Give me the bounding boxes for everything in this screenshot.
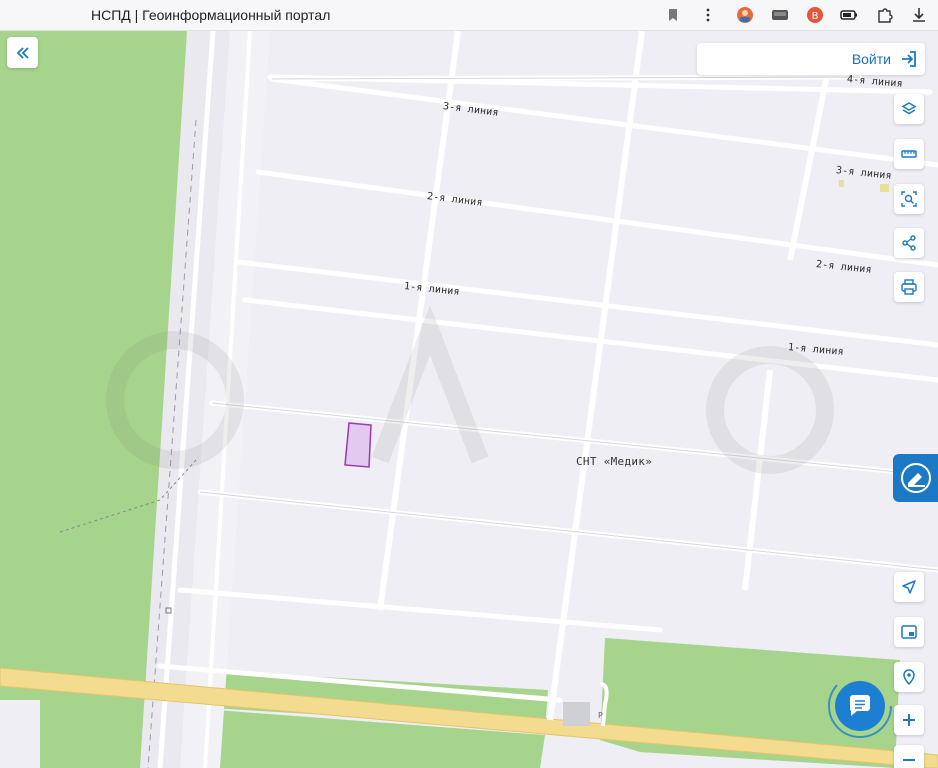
layers-button[interactable] [894,94,924,124]
land-parcel[interactable] [344,422,372,468]
zoom-in-button[interactable] [894,705,924,735]
minimap-button[interactable] [894,617,924,647]
share-icon [902,235,916,251]
puzzle-icon[interactable] [876,6,894,24]
chat-ring-icon [828,674,892,738]
share-button[interactable] [894,228,924,258]
tab-title: НСПД | Геоинформационный портал [91,7,331,23]
chat-button[interactable] [827,673,893,739]
geolocation-icon [903,669,915,686]
login-icon [902,51,916,67]
layers-icon [901,102,917,115]
map-base: P [0,31,938,768]
more-vertical-icon[interactable] [699,6,717,24]
browser-bar: НСПД | Геоинформационный портал B [0,0,938,31]
svg-text:P: P [598,711,603,720]
place-label: СНТ «Медик» [576,455,653,468]
locate-button[interactable] [894,572,924,602]
download-icon[interactable] [910,6,928,24]
avatar-icon[interactable] [736,6,754,24]
ruler-icon [901,150,917,158]
login-label: Войти [851,51,891,67]
cast-icon[interactable] [771,6,789,24]
map-canvas[interactable]: P 4-я линия 3-я линия 3-я линия 2-я лини… [0,31,938,768]
area-search-button[interactable] [894,184,924,214]
bookmark-icon[interactable] [664,6,682,24]
collapse-sidebar-button[interactable] [7,37,38,68]
chevrons-left-icon [16,46,29,59]
svg-text:B: B [812,11,819,22]
print-button[interactable] [894,272,924,302]
header-panel: Войти [697,43,925,75]
zoom-out-icon [903,759,915,761]
ruler-button[interactable] [894,139,924,169]
locate-icon [902,580,916,594]
area-search-icon [901,191,917,207]
feedback-tab[interactable] [893,454,938,502]
zoom-in-icon [903,714,915,726]
login-button[interactable]: Войти [852,47,919,71]
zoom-out-button[interactable] [894,745,924,768]
minimap-icon [901,625,917,639]
print-icon [901,279,917,295]
extension-icon[interactable]: B [806,6,824,24]
feedback-icon [900,463,931,493]
battery-icon [840,6,858,24]
geolocation-button[interactable] [894,662,924,692]
